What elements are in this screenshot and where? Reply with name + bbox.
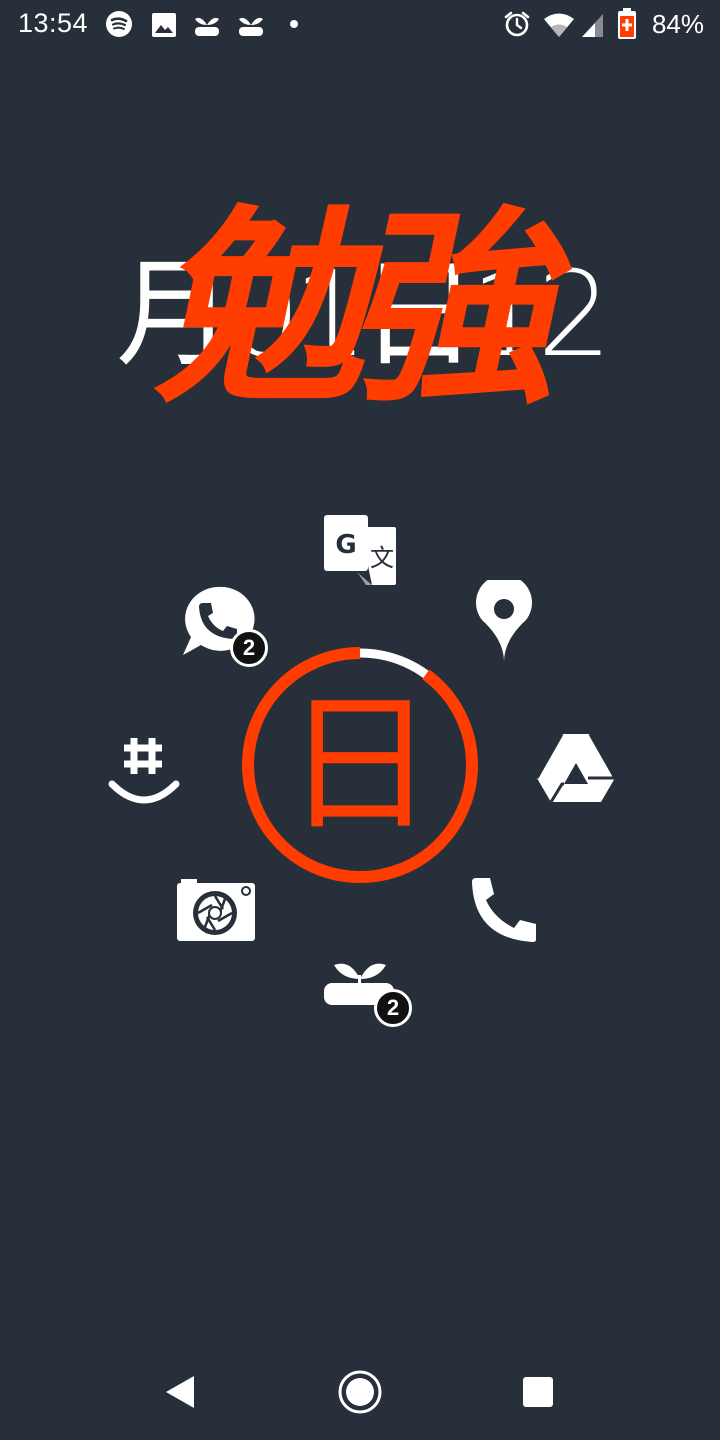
translate-icon[interactable]: G 文 <box>322 513 398 587</box>
wifi-icon <box>544 13 574 37</box>
whatsapp-badge: 2 <box>230 629 268 667</box>
alarm-icon <box>504 11 530 37</box>
sprout-icon <box>239 17 263 36</box>
map-pin-icon[interactable] <box>474 580 534 664</box>
svg-text:文: 文 <box>370 544 394 572</box>
drive-icon[interactable] <box>535 732 617 804</box>
battery-percentage: 84% <box>651 9 704 39</box>
recents-icon[interactable] <box>522 1376 554 1408</box>
camera-icon[interactable] <box>175 877 257 943</box>
navigation-bar <box>0 1340 720 1440</box>
svg-text:G: G <box>335 530 356 560</box>
home-icon[interactable] <box>336 1368 384 1416</box>
sprout-icon <box>195 17 219 36</box>
dot-icon <box>290 20 298 28</box>
status-time: 13:54 <box>18 8 89 38</box>
forest-badge: 2 <box>374 989 412 1027</box>
study-overlay-text: 勉強 <box>144 187 577 432</box>
image-icon <box>152 13 176 37</box>
spotify-icon <box>106 11 132 37</box>
back-icon[interactable] <box>164 1374 196 1410</box>
groupme-icon[interactable] <box>106 736 182 806</box>
signal-icon <box>582 14 603 37</box>
battery-icon <box>618 8 636 39</box>
status-bar: 13:54 84% <box>0 0 720 52</box>
phone-icon[interactable] <box>470 876 538 944</box>
center-day-label[interactable]: 日 <box>242 647 478 883</box>
